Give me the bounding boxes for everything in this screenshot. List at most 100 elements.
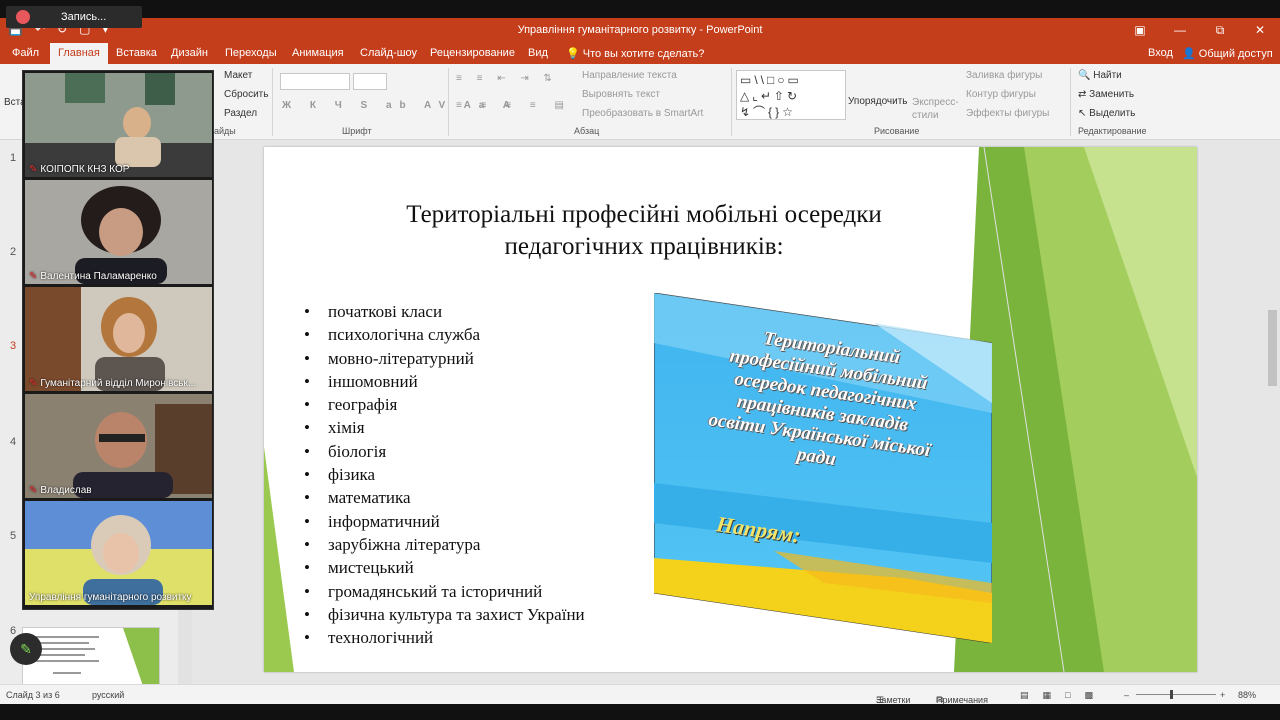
shape-effects-button[interactable]: Эффекты фигуры: [966, 108, 1049, 119]
pen-icon: ✎: [20, 641, 32, 657]
reset-button[interactable]: Сбросить: [224, 89, 268, 100]
tab-review[interactable]: Рецензирование: [430, 47, 515, 59]
participant-video: [25, 287, 212, 391]
list-item: фізична культура та захист України: [304, 603, 585, 627]
slide-thumbnail-6[interactable]: [22, 627, 160, 685]
slide-number: 6: [10, 625, 17, 637]
annotate-pen-button[interactable]: ✎: [10, 633, 42, 665]
find-button[interactable]: 🔍 Найти: [1078, 70, 1122, 81]
font-size-input[interactable]: [353, 73, 387, 90]
window-title: Управління гуманітарного розвитку - Powe…: [517, 24, 763, 36]
tab-home[interactable]: Главная: [50, 43, 108, 64]
tab-design[interactable]: Дизайн: [171, 47, 208, 59]
participant-tile[interactable]: ✎ Владислав: [25, 394, 212, 498]
layout-button[interactable]: Макет: [224, 70, 252, 81]
ribbon-display-icon[interactable]: ▣: [1120, 18, 1160, 43]
list-item: зарубіжна література: [304, 533, 585, 557]
replace-button[interactable]: ⇄ Заменить: [1078, 89, 1134, 100]
participant-tile[interactable]: ✎ Гуманітарний відділ Миронівськ...: [25, 287, 212, 391]
group-divider: [448, 68, 449, 136]
text-direction-button[interactable]: Направление текста: [582, 70, 677, 81]
participant-tile[interactable]: Управління гуманітарного розвитку: [25, 501, 212, 605]
list-item: інформатичний: [304, 510, 585, 534]
recording-label: Запись...: [61, 11, 107, 23]
participant-name-text: Владислав: [40, 485, 92, 496]
shapes-gallery[interactable]: ▭\\□○▭ △⌞↵⇧↻ ↯⌒{}☆: [736, 70, 846, 120]
list-item: біологія: [304, 440, 585, 464]
ribbon-tabs: Файл Главная Вставка Дизайн Переходы Ани…: [0, 43, 1280, 64]
replace-icon: ⇄: [1078, 89, 1087, 100]
participant-name-text: Валентина Паламаренко: [40, 271, 157, 282]
zoom-level[interactable]: 88%: [1238, 690, 1256, 700]
participant-name: Управління гуманітарного розвитку: [29, 592, 192, 603]
section-button[interactable]: Раздел: [224, 108, 257, 119]
language-indicator[interactable]: русский: [92, 690, 124, 700]
slide-title[interactable]: Територіальні професійні мобільні осеред…: [324, 199, 964, 263]
font-name-input[interactable]: [280, 73, 350, 90]
status-bar: Слайд 3 из 6 русский ☰ Заметки ✉ Примеча…: [0, 684, 1280, 705]
list-buttons[interactable]: ≡ ≡ ⇤ ⇥ ⇅: [456, 73, 558, 84]
group-divider: [731, 68, 732, 136]
sign-in-link[interactable]: Вход: [1148, 47, 1173, 59]
tab-slideshow[interactable]: Слайд-шоу: [360, 47, 417, 59]
mic-muted-icon: ✎: [29, 271, 38, 282]
scrollbar-thumb[interactable]: [1268, 310, 1277, 386]
list-item: хімія: [304, 416, 585, 440]
bullet-list[interactable]: початкові класи психологічна служба мовн…: [304, 300, 585, 650]
shape-outline-button[interactable]: Контур фигуры: [966, 89, 1036, 100]
list-item: технологічний: [304, 626, 585, 650]
align-buttons[interactable]: ≡ ≡ ≡ ≡ ▤: [456, 100, 572, 111]
mic-muted-icon: ✎: [29, 485, 38, 496]
restore-button[interactable]: ⧉: [1200, 18, 1240, 43]
participant-video: [25, 180, 212, 284]
tab-insert[interactable]: Вставка: [116, 47, 157, 59]
minimize-button[interactable]: —: [1160, 18, 1200, 43]
slide-number: 2: [10, 246, 17, 258]
font-group-label: Шрифт: [342, 126, 372, 136]
list-item: математика: [304, 486, 585, 510]
participant-tile[interactable]: ✎ КОІПОПК КНЗ КОР: [25, 73, 212, 177]
slide-scrollbar[interactable]: [1266, 140, 1280, 684]
drawing-group-label: Рисование: [874, 126, 920, 136]
window-controls: ▣ — ⧉ ✕: [1120, 18, 1280, 43]
participant-name: ✎ Валентина Паламаренко: [29, 271, 157, 282]
zoom-in-button[interactable]: +: [1220, 690, 1225, 700]
zoom-slider-thumb[interactable]: [1170, 690, 1173, 699]
share-button[interactable]: 👤 Общий доступ: [1182, 47, 1273, 60]
slides-group-label: айды: [214, 126, 236, 136]
arrange-button[interactable]: Упорядочить: [848, 96, 908, 107]
tell-me-label: Что вы хотите сделать?: [582, 48, 705, 60]
top-strip: [0, 0, 1280, 18]
tab-animations[interactable]: Анимация: [292, 47, 344, 59]
participant-tile[interactable]: ✎ Валентина Паламаренко: [25, 180, 212, 284]
tab-file[interactable]: Файл: [12, 47, 39, 59]
video-conference-panel[interactable]: ✎ КОІПОПК КНЗ КОР ✎ Валентина Паламаренко …: [22, 70, 214, 610]
select-button[interactable]: ↖ Выделить: [1078, 108, 1135, 119]
participant-name: ✎ Владислав: [29, 485, 92, 496]
tab-view[interactable]: Вид: [528, 47, 548, 59]
participant-name-text: КОІПОПК КНЗ КОР: [40, 164, 130, 175]
zoom-out-button[interactable]: –: [1124, 690, 1129, 700]
tell-me-search[interactable]: 💡 Что вы хотите сделать?: [566, 47, 704, 60]
tab-transitions[interactable]: Переходы: [225, 47, 277, 59]
participant-name-text: Гуманітарний відділ Миронівськ...: [40, 378, 197, 389]
recording-indicator[interactable]: Запись...: [6, 6, 142, 28]
list-item: фізика: [304, 463, 585, 487]
title-bar: 💾 ↶ ↻ ▢ ▾ Управління гуманітарного розви…: [0, 18, 1280, 43]
close-button[interactable]: ✕: [1240, 18, 1280, 43]
quick-styles-button[interactable]: Экспресс-стили: [912, 96, 960, 122]
smartart-button[interactable]: Преобразовать в SmartArt: [582, 108, 703, 119]
view-buttons[interactable]: ▤▦□▩: [1020, 690, 1107, 701]
list-item: громадянський та історичний: [304, 580, 585, 604]
find-label: Найти: [1093, 70, 1122, 81]
participant-video: [25, 73, 212, 177]
align-text-button[interactable]: Выровнять текст: [582, 89, 660, 100]
list-item: географія: [304, 393, 585, 417]
editing-group-label: Редактирование: [1078, 126, 1147, 136]
current-slide[interactable]: Територіальні професійні мобільні осеред…: [264, 147, 1197, 672]
shape-fill-button[interactable]: Заливка фигуры: [966, 70, 1042, 81]
share-label: Общий доступ: [1198, 48, 1273, 60]
zoom-slider[interactable]: [1136, 694, 1216, 695]
list-item: мовно-літературний: [304, 347, 585, 371]
slide-title-line: педагогічних працівників:: [504, 233, 784, 260]
